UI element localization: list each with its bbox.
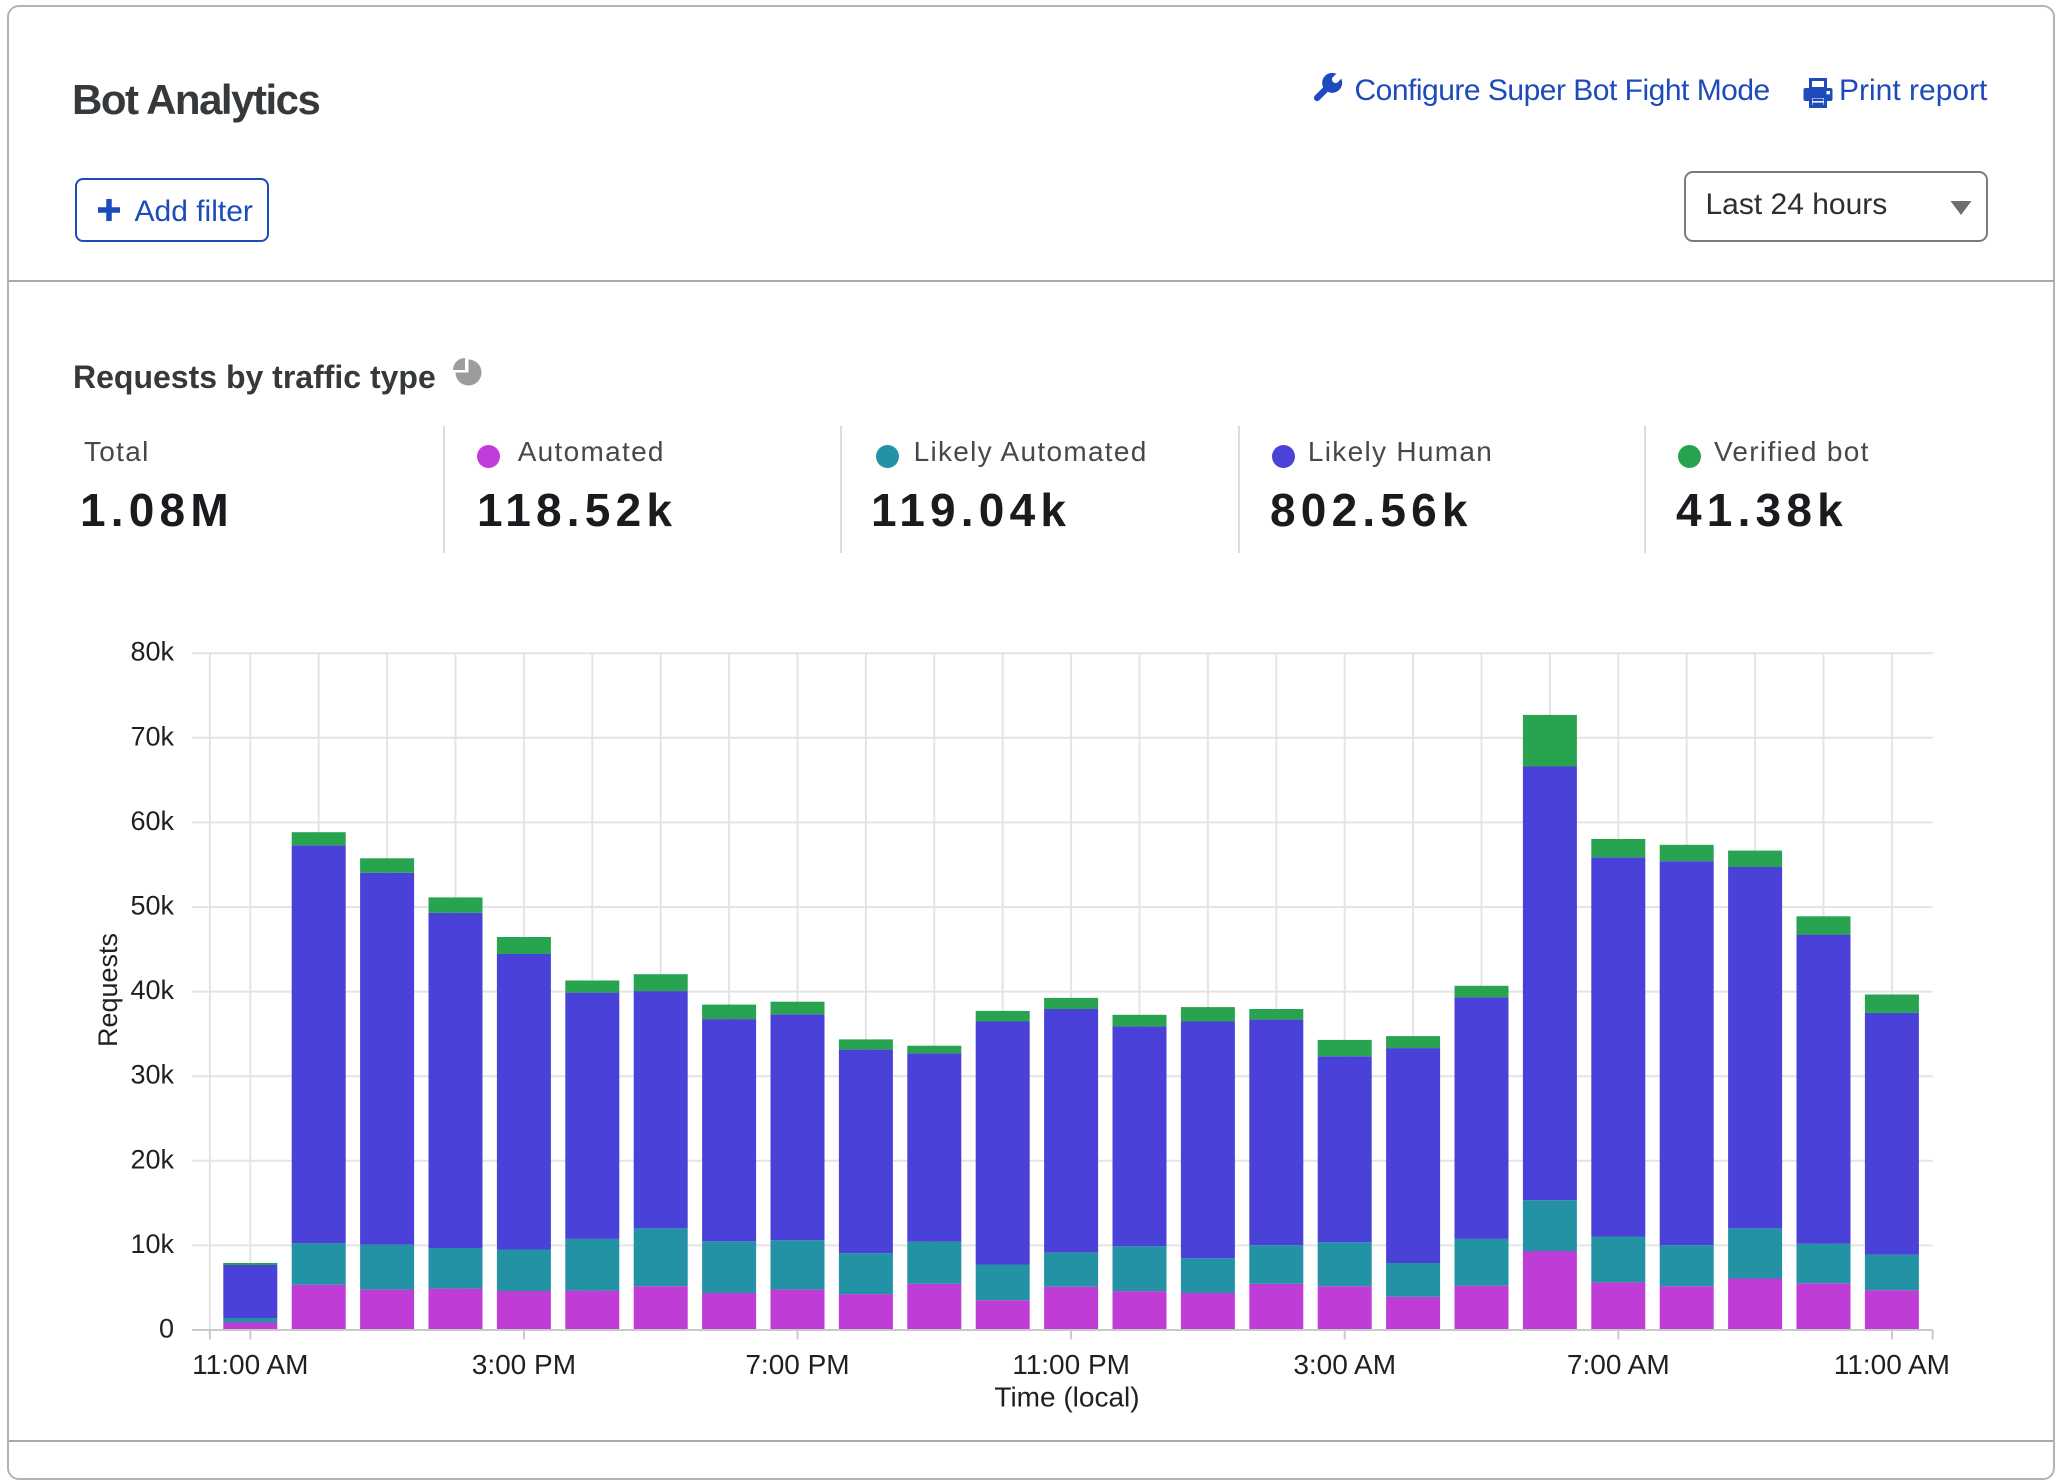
svg-text:0: 0 [159,1314,174,1344]
svg-text:10k: 10k [130,1229,174,1259]
svg-text:40k: 40k [130,975,174,1005]
svg-text:3:00 AM: 3:00 AM [1293,1349,1396,1380]
svg-text:70k: 70k [130,721,174,751]
svg-text:30k: 30k [130,1060,174,1090]
svg-text:Requests: Requests [93,933,123,1047]
svg-text:11:00 AM: 11:00 AM [192,1349,308,1380]
svg-text:50k: 50k [130,891,174,921]
svg-text:7:00 AM: 7:00 AM [1567,1349,1670,1380]
svg-text:11:00 AM: 11:00 AM [1834,1349,1950,1380]
svg-text:80k: 80k [130,637,174,667]
svg-text:11:00 PM: 11:00 PM [1012,1349,1130,1380]
svg-text:Time (local): Time (local) [994,1382,1139,1413]
svg-text:20k: 20k [130,1144,174,1174]
svg-text:60k: 60k [130,806,174,836]
svg-text:3:00 PM: 3:00 PM [472,1349,576,1380]
svg-text:7:00 PM: 7:00 PM [745,1349,849,1380]
